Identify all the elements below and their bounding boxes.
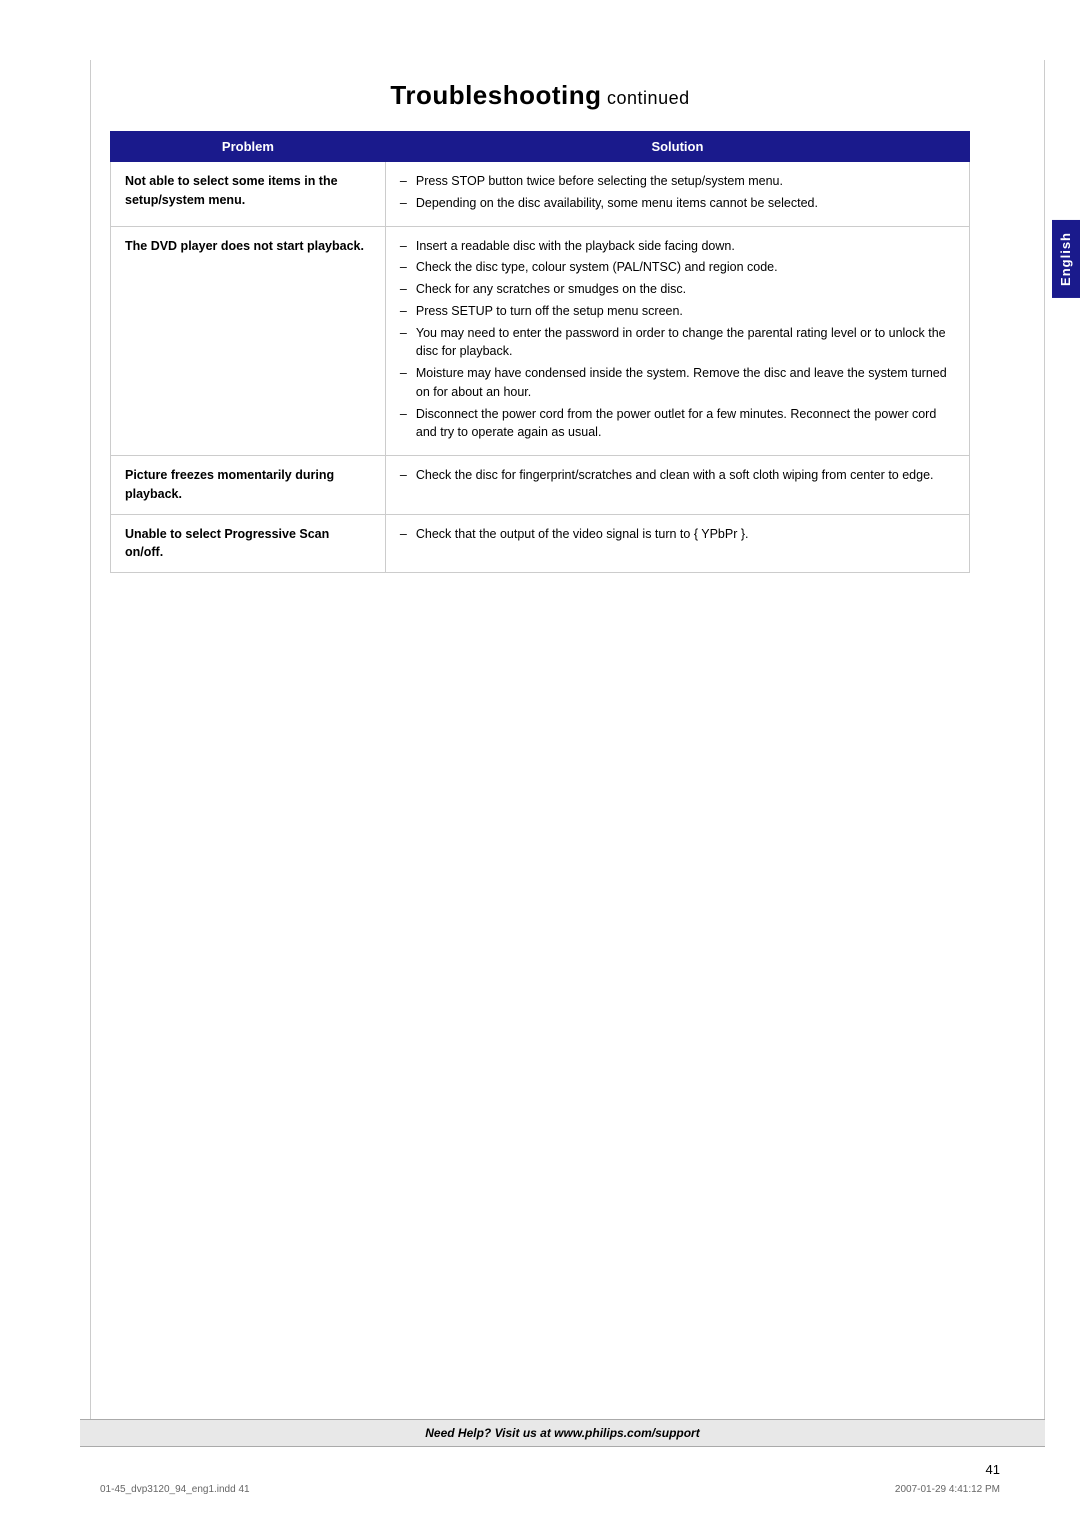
solution-dash: – — [400, 258, 416, 277]
problem-cell-3: Unable to select Progressive Scan on/off… — [111, 514, 386, 573]
solution-item: –Check the disc for fingerprint/scratche… — [400, 466, 955, 485]
solution-item: –Depending on the disc availability, som… — [400, 194, 955, 213]
page-title: Troubleshooting continued — [110, 80, 970, 111]
solution-dash: – — [400, 237, 416, 256]
solution-cell-1: –Insert a readable disc with the playbac… — [385, 226, 969, 456]
problem-cell-0: Not able to select some items in the set… — [111, 162, 386, 227]
table-row: Not able to select some items in the set… — [111, 162, 970, 227]
margin-line-right — [1044, 60, 1045, 1427]
solution-dash: – — [400, 172, 416, 191]
solution-cell-3: –Check that the output of the video sign… — [385, 514, 969, 573]
solution-dash: – — [400, 194, 416, 213]
solution-text: Check for any scratches or smudges on th… — [416, 280, 686, 299]
solution-item: –Check for any scratches or smudges on t… — [400, 280, 955, 299]
solution-dash: – — [400, 302, 416, 321]
solution-text: Depending on the disc availability, some… — [416, 194, 818, 213]
col-header-problem: Problem — [111, 132, 386, 162]
solution-text: Press STOP button twice before selecting… — [416, 172, 783, 191]
table-row: Picture freezes momentarily during playb… — [111, 456, 970, 515]
solution-item: –Insert a readable disc with the playbac… — [400, 237, 955, 256]
solution-item: –Moisture may have condensed inside the … — [400, 364, 955, 402]
problem-cell-1: The DVD player does not start playback. — [111, 226, 386, 456]
solution-text: Moisture may have condensed inside the s… — [416, 364, 955, 402]
margin-line-left — [90, 60, 91, 1427]
solution-dash: – — [400, 405, 416, 424]
solution-text: Insert a readable disc with the playback… — [416, 237, 735, 256]
footer-bar: Need Help? Visit us at www.philips.com/s… — [80, 1419, 1045, 1447]
solution-item: –Check the disc type, colour system (PAL… — [400, 258, 955, 277]
table-row: The DVD player does not start playback.–… — [111, 226, 970, 456]
solution-dash: – — [400, 364, 416, 383]
solution-item: –Press SETUP to turn off the setup menu … — [400, 302, 955, 321]
table-row: Unable to select Progressive Scan on/off… — [111, 514, 970, 573]
solution-text: Press SETUP to turn off the setup menu s… — [416, 302, 683, 321]
main-content: Troubleshooting continued Problem Soluti… — [110, 60, 970, 573]
col-header-solution: Solution — [385, 132, 969, 162]
side-tab-english: English — [1052, 220, 1080, 298]
solution-text: Check that the output of the video signa… — [416, 525, 749, 544]
solution-text: Disconnect the power cord from the power… — [416, 405, 955, 443]
solution-dash: – — [400, 324, 416, 343]
solution-dash: – — [400, 525, 416, 544]
solution-dash: – — [400, 466, 416, 485]
solution-text: You may need to enter the password in or… — [416, 324, 955, 362]
meta-right: 2007-01-29 4:41:12 PM — [895, 1484, 1000, 1495]
page: English Troubleshooting continued Proble… — [0, 0, 1080, 1527]
troubleshooting-table: Problem Solution Not able to select some… — [110, 131, 970, 573]
bottom-meta: 01-45_dvp3120_94_eng1.indd 41 2007-01-29… — [100, 1484, 1000, 1495]
footer-help-text: Need Help? Visit us at www.philips.com/s… — [425, 1426, 699, 1440]
solution-item: –You may need to enter the password in o… — [400, 324, 955, 362]
solution-item: –Disconnect the power cord from the powe… — [400, 405, 955, 443]
solution-cell-2: –Check the disc for fingerprint/scratche… — [385, 456, 969, 515]
solution-dash: – — [400, 280, 416, 299]
solution-text: Check the disc type, colour system (PAL/… — [416, 258, 778, 277]
solution-cell-0: –Press STOP button twice before selectin… — [385, 162, 969, 227]
problem-cell-2: Picture freezes momentarily during playb… — [111, 456, 386, 515]
solution-item: –Press STOP button twice before selectin… — [400, 172, 955, 191]
meta-left: 01-45_dvp3120_94_eng1.indd 41 — [100, 1484, 250, 1495]
solution-item: –Check that the output of the video sign… — [400, 525, 955, 544]
solution-text: Check the disc for fingerprint/scratches… — [416, 466, 934, 485]
page-number: 41 — [986, 1462, 1000, 1477]
